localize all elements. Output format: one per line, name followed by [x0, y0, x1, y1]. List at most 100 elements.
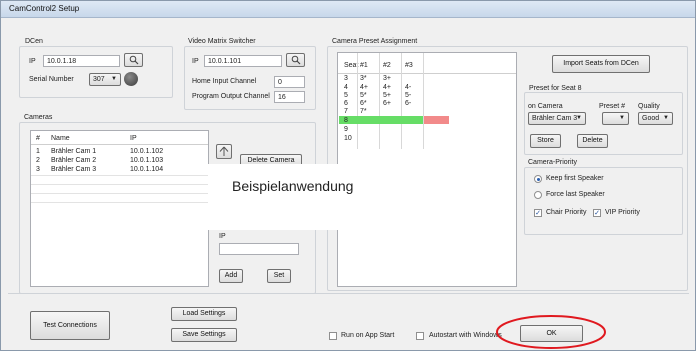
chevron-down-icon: ▼: [111, 76, 117, 82]
test-connections-button[interactable]: Test Connections: [30, 311, 110, 340]
dcen-group: [19, 46, 173, 98]
save-settings-button[interactable]: Save Settings: [171, 328, 237, 342]
chevron-down-icon: ▼: [619, 115, 625, 121]
camera-select[interactable]: Brähler Cam 3 ▼: [528, 112, 586, 125]
delete-preset-button[interactable]: Delete: [577, 134, 608, 148]
vip-priority-label: VIP Priority: [605, 209, 640, 216]
delete-preset-label: Delete: [582, 137, 603, 144]
cameras-header-divider: [31, 144, 208, 145]
vip-priority-checkbox[interactable]: ✓: [593, 209, 601, 217]
import-seats-button[interactable]: Import Seats from DCen: [552, 55, 650, 73]
vms-group-label: Video Matrix Switcher: [186, 38, 258, 45]
preset-number-select[interactable]: ▼: [602, 112, 629, 125]
row-divider: [31, 175, 208, 176]
set-camera-button[interactable]: Set: [267, 269, 291, 283]
keep-first-label: Keep first Speaker: [546, 175, 604, 182]
camera-select-value: Brähler Cam 3: [532, 115, 578, 122]
setup-window: CamControl2 Setup DCen IP 10.0.1.18 Seri…: [0, 0, 696, 351]
cameras-col-name: Name: [51, 135, 70, 142]
highlight-circle: [496, 315, 606, 349]
autostart-checkbox[interactable]: [416, 332, 424, 340]
set-label: Set: [273, 272, 285, 279]
preset-seat: 4: [344, 84, 348, 91]
add-label: Add: [224, 272, 238, 279]
preset-cell: 6-: [405, 100, 412, 107]
home-input-field[interactable]: 0: [274, 76, 305, 88]
cameras-table[interactable]: # Name IP 1 Brähler Cam 1 10.0.1.102 2 B…: [30, 130, 209, 287]
quality-value: Good: [642, 115, 660, 122]
dcen-ip-field[interactable]: 10.0.1.18: [43, 55, 120, 67]
vms-search-button[interactable]: [286, 53, 305, 67]
dcen-search-button[interactable]: [124, 53, 143, 67]
preset-cell: 5+: [383, 92, 391, 99]
test-connections-label: Test Connections: [43, 322, 97, 329]
chair-priority-label: Chair Priority: [546, 209, 587, 216]
preset-cell: 3*: [360, 75, 367, 82]
load-settings-button[interactable]: Load Settings: [171, 307, 237, 321]
quality-label: Quality: [638, 103, 660, 110]
camera-name: Brähler Cam 2: [51, 157, 97, 164]
camera-ip: 10.0.1.103: [130, 157, 164, 164]
preset-seat: 8: [344, 117, 348, 124]
autostart-label: Autostart with Windows: [429, 332, 502, 339]
force-last-radio[interactable]: [534, 191, 542, 199]
preset-cell: 4-: [405, 84, 412, 91]
chair-priority-checkbox[interactable]: ✓: [534, 209, 542, 217]
window-title: CamControl2 Setup: [9, 4, 80, 13]
title-bar: CamControl2 Setup: [1, 1, 695, 18]
import-seats-label: Import Seats from DCen: [563, 60, 639, 67]
camera-name: Brähler Cam 3: [51, 166, 97, 173]
preset-number-label: Preset #: [599, 103, 626, 110]
vms-ip-field[interactable]: 10.0.1.101: [204, 55, 282, 67]
camera-num: 2: [36, 157, 40, 164]
delete-camera-label: Delete Camera: [247, 157, 295, 164]
serial-number-select[interactable]: 307 ▼: [89, 73, 121, 86]
preset-col-2: #2: [383, 62, 391, 69]
preset-cell: 7*: [360, 108, 367, 115]
preset-highlight-green: [339, 116, 423, 124]
search-icon: [291, 55, 300, 65]
quality-select[interactable]: Good ▼: [638, 112, 673, 125]
keep-first-radio[interactable]: [534, 175, 542, 183]
preset-col-1: #1: [360, 62, 368, 69]
preset-cell: 6+: [383, 100, 391, 107]
camera-ip: 10.0.1.102: [130, 148, 164, 155]
run-on-start-checkbox[interactable]: [329, 332, 337, 340]
connection-status-indicator: [124, 72, 138, 86]
add-camera-button[interactable]: Add: [219, 269, 243, 283]
column-divider: [357, 53, 358, 149]
preset-seat: 9: [344, 126, 348, 133]
serial-number-value: 307: [93, 76, 105, 83]
vms-ip-label: IP: [192, 58, 199, 65]
column-divider: [423, 53, 424, 149]
chevron-down-icon: ▼: [663, 115, 669, 121]
column-divider: [379, 53, 380, 149]
dcen-group-label: DCen: [23, 38, 45, 45]
camera-priority-label: Camera-Priority: [526, 159, 580, 166]
move-up-button[interactable]: [216, 144, 232, 159]
cameras-group-label: Cameras: [22, 114, 55, 121]
chevron-down-icon: ▼: [576, 115, 582, 121]
preset-cell: 5*: [360, 92, 367, 99]
preset-seat: 3: [344, 75, 348, 82]
camera-ip-field[interactable]: [219, 243, 299, 255]
cameras-col-num: #: [36, 135, 40, 142]
overlay-panel: Beispielanwendung: [208, 164, 367, 230]
store-button[interactable]: Store: [530, 134, 561, 148]
preset-col-3: #3: [405, 62, 413, 69]
run-on-start-label: Run on App Start: [341, 332, 395, 339]
preset-highlight-red: [424, 116, 449, 124]
preset-seat: 6: [344, 100, 348, 107]
load-settings-label: Load Settings: [182, 310, 226, 317]
preset-seat: 5: [344, 92, 348, 99]
camera-ip: 10.0.1.104: [130, 166, 164, 173]
store-label: Store: [537, 137, 554, 144]
home-input-label: Home Input Channel: [192, 78, 257, 85]
preset-cell: 5-: [405, 92, 412, 99]
on-camera-label: on Camera: [528, 103, 563, 110]
search-icon: [129, 55, 138, 65]
serial-number-label: Serial Number: [29, 76, 74, 83]
program-output-field[interactable]: 16: [274, 91, 305, 103]
row-divider: [31, 193, 208, 194]
preset-assignment-label: Camera Preset Assignment: [330, 38, 420, 45]
